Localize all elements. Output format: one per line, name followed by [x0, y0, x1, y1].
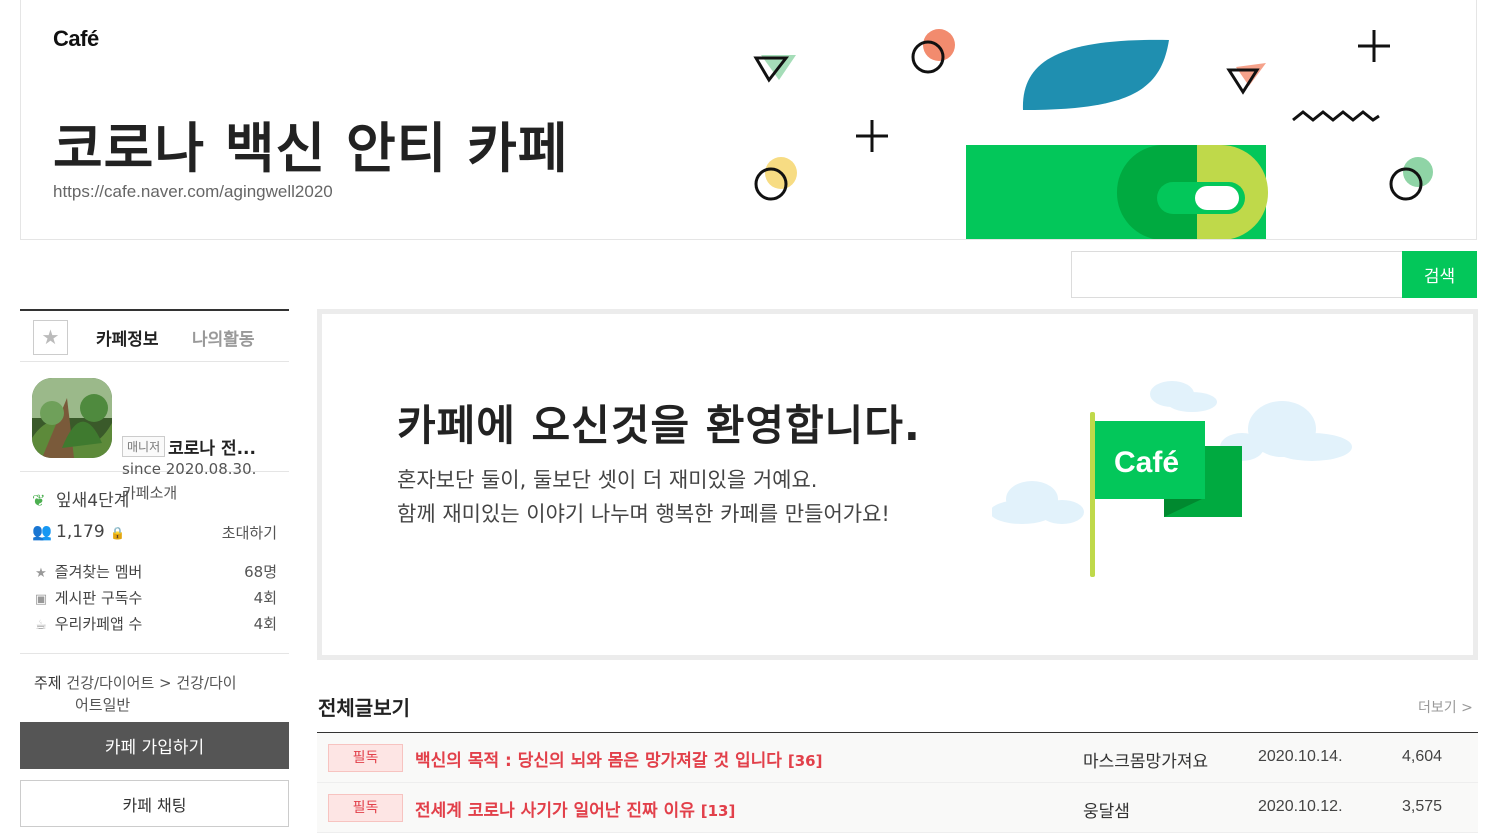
star-icon: ★ — [35, 566, 47, 581]
topic-value-cont: 어트일반 — [75, 696, 131, 714]
lock-icon: 🔒 — [110, 526, 126, 540]
cafe-chat-button[interactable]: 카페 채팅 — [20, 780, 289, 827]
table-row: 필독 백신의 목적 : 당신의 뇌와 몸은 망가져갈 것 입니다 [36] 마스… — [317, 733, 1478, 783]
welcome-banner: 카페에 오신것을 환영합니다. 혼자보단 둘이, 둘보단 셋이 더 재미있을 거… — [317, 309, 1478, 660]
article-table: 필독 백신의 목적 : 당신의 뇌와 몸은 망가져갈 것 입니다 [36] 마스… — [317, 732, 1478, 833]
article-title[interactable]: 백신의 목적 : 당신의 뇌와 몸은 망가져갈 것 입니다 — [415, 751, 782, 771]
article-views: 4,604 — [1402, 748, 1443, 765]
stat-value: 4회 — [253, 615, 277, 633]
notice-badge: 필독 — [328, 744, 403, 772]
cafe-profile-image[interactable] — [32, 378, 112, 458]
notice-badge: 필독 — [328, 794, 403, 822]
app-icon: ☕ — [35, 618, 47, 633]
comment-count[interactable]: [13] — [701, 802, 736, 820]
members-icon: 👥 — [32, 522, 52, 541]
article-title[interactable]: 전세계 코로나 사기가 일어난 진짜 이유 — [415, 801, 695, 821]
tab-my-activity[interactable]: 나의활동 — [192, 325, 255, 350]
rss-icon: ▣ — [34, 592, 48, 607]
cafe-header: Café 코로나 백신 안티 카페 https://cafe.naver.com… — [20, 0, 1477, 240]
search-box — [1071, 251, 1403, 298]
stat-value: 68명 — [244, 563, 277, 581]
stat-row: ☕ 우리카페앱 수 4회 — [32, 613, 277, 634]
stat-label: 즐겨찾는 멤버 — [54, 563, 143, 581]
cafe-stats: ❦ 잎새4단계 👥 1,179 🔒 초대하기 ★ 즐겨찾는 멤버 68명 ▣ 게시판… — [20, 472, 289, 654]
stat-label: 우리카페앱 수 — [54, 615, 143, 633]
stat-label: 게시판 구독수 — [54, 589, 143, 607]
tab-cafe-info[interactable]: 카페정보 — [96, 325, 159, 350]
cafe-profile: 매니저 코로나 전... since 2020.08.30. 카페소개 — [20, 362, 289, 502]
article-date: 2020.10.14. — [1258, 748, 1343, 765]
leaf-level-icon: ❦ — [32, 491, 46, 510]
invite-link[interactable]: 초대하기 — [222, 522, 277, 543]
manager-row: 매니저 코로나 전... — [122, 434, 256, 459]
cafe-flag-illustration: Café — [992, 381, 1352, 577]
table-row: 필독 전세계 코로나 사기가 일어난 진짜 이유 [13] 웅달샘 2020.1… — [317, 783, 1478, 833]
welcome-text-line1: 혼자보단 둘이, 둘보단 셋이 더 재미있을 거예요. — [397, 468, 818, 492]
topic-value: 건강/다이어트 > 건강/다이 — [66, 674, 237, 692]
comment-count[interactable]: [36] — [788, 752, 823, 770]
search-input[interactable] — [1072, 252, 1403, 297]
more-link[interactable]: 더보기 > — [1418, 697, 1473, 717]
search-button[interactable]: 검색 — [1402, 251, 1477, 298]
welcome-text-line2: 함께 재미있는 이야기 나누며 행복한 카페를 만들어가요! — [397, 502, 890, 526]
stat-row: ★ 즐겨찾는 멤버 68명 — [32, 561, 277, 582]
stat-value: 4회 — [253, 589, 277, 607]
sidebar: ★ 카페정보 나의활동 매니저 코로나 전... since 2020.08.30… — [20, 309, 289, 827]
stat-row: ▣ 게시판 구독수 4회 — [32, 587, 277, 608]
manager-badge: 매니저 — [122, 436, 166, 457]
cafe-url[interactable]: https://cafe.naver.com/agingwell2020 — [53, 182, 333, 202]
cafe-level-row[interactable]: ❦ 잎새4단계 — [32, 486, 277, 511]
cafe-level: 잎새4단계 — [56, 491, 130, 511]
cafe-logo[interactable]: Café — [53, 26, 99, 52]
topic-label: 주제 — [34, 674, 62, 692]
favorite-star-icon[interactable]: ★ — [33, 320, 68, 355]
flag-text: Café — [1114, 446, 1179, 479]
all-posts-title[interactable]: 전체글보기 — [318, 692, 410, 721]
cafe-title[interactable]: 코로나 백신 안티 카페 — [53, 104, 569, 183]
member-count-row: 👥 1,179 🔒 초대하기 — [32, 522, 277, 542]
header-illustration — [753, 29, 1433, 239]
article-author[interactable]: 웅달샘 — [1083, 797, 1130, 822]
member-count[interactable]: 1,179 — [56, 522, 105, 542]
article-date: 2020.10.12. — [1258, 798, 1343, 815]
article-author[interactable]: 마스크몸망가져요 — [1083, 747, 1208, 772]
article-title-link[interactable]: 전세계 코로나 사기가 일어난 진짜 이유 [13] — [415, 796, 735, 821]
sidebar-tabs: ★ 카페정보 나의활동 — [20, 309, 289, 362]
article-title-link[interactable]: 백신의 목적 : 당신의 뇌와 몸은 망가져갈 것 입니다 [36] — [415, 746, 822, 771]
article-views: 3,575 — [1402, 798, 1443, 815]
cafe-topic: 주제 건강/다이어트 > 건강/다이 어트일반 — [20, 654, 289, 724]
welcome-title: 카페에 오신것을 환영합니다. — [397, 401, 921, 450]
manager-name[interactable]: 코로나 전... — [168, 434, 256, 459]
join-cafe-button[interactable]: 카페 가입하기 — [20, 722, 289, 769]
